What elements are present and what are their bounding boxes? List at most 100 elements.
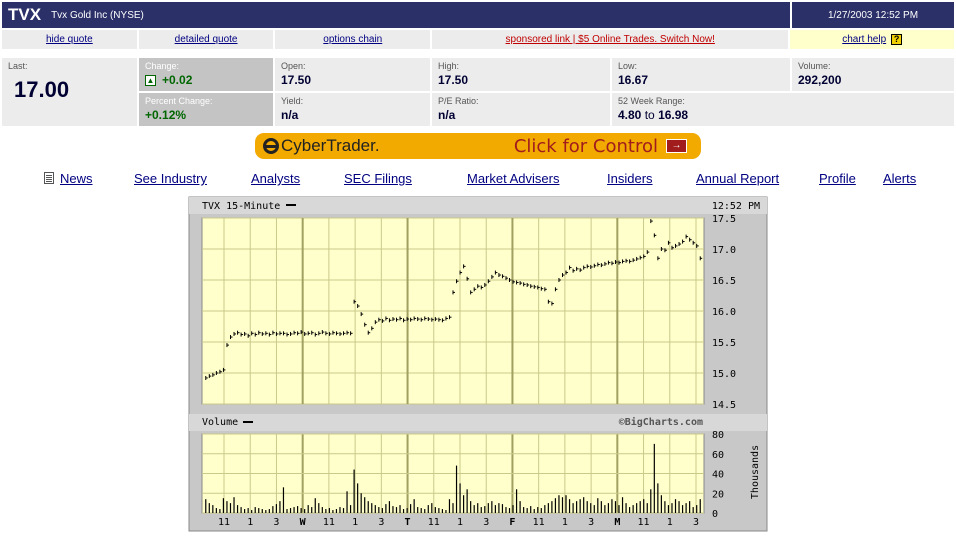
nav-cell-sponsored: sponsored link | $5 Online Trades. Switc… (432, 30, 789, 49)
volume-y-tick-label: 60 (712, 450, 724, 461)
ticker-symbol: TVX (8, 5, 42, 24)
volume-cell: Volume: 292,200 (792, 58, 954, 91)
detailed-quote-link[interactable]: detailed quote (175, 34, 238, 45)
nav-cell-detailed: detailed quote (138, 30, 274, 49)
volume-plot-area (201, 433, 705, 514)
help-icon[interactable]: ? (891, 34, 903, 45)
cybertrader-logo-icon (263, 138, 279, 154)
x-tick-label: 1 (352, 517, 358, 528)
price-y-tick-label: 15.0 (712, 369, 736, 380)
bigcharts-watermark: ©BigCharts.com (619, 416, 703, 428)
volume-y-tick-label: 0 (712, 509, 718, 520)
low-label: Low: (618, 61, 638, 71)
x-tick-label: 11 (428, 517, 440, 528)
x-tick-label: 3 (693, 517, 699, 528)
volume-value: 292,200 (798, 73, 842, 87)
last-label: Last: (8, 61, 28, 71)
link-insiders[interactable]: Insiders (607, 171, 653, 186)
x-tick-label: W (300, 517, 307, 528)
yield-cell: Yield: n/a (275, 93, 430, 126)
pct-change-label: Percent Change: (145, 96, 213, 106)
link-news[interactable]: News (60, 171, 93, 186)
link-analysts[interactable]: Analysts (251, 171, 300, 186)
range-low: 4.80 (618, 108, 642, 122)
quote-nav: hide quote detailed quote options chain … (2, 30, 955, 49)
volume-series (205, 443, 701, 513)
change-value: +0.02 (162, 73, 193, 87)
pct-change-cell: Percent Change: +0.12% (139, 93, 273, 126)
price-y-tick-label: 17.0 (712, 245, 736, 256)
volume-label: Volume: (798, 61, 831, 71)
range-to: to (644, 108, 655, 122)
pe-cell: P/E Ratio: n/a (432, 93, 610, 126)
sponsored-link[interactable]: sponsored link | $5 Online Trades. Switc… (506, 34, 715, 45)
x-tick-label: 3 (588, 517, 594, 528)
yield-value: n/a (281, 108, 299, 122)
x-tick-label: T (405, 517, 411, 528)
link-alerts[interactable]: Alerts (883, 171, 916, 186)
volume-ylabel: Thousands (750, 445, 761, 499)
volume-legend-swatch (243, 421, 253, 423)
yield-label: Yield: (281, 96, 304, 106)
nav-cell-hide: hide quote (2, 30, 137, 49)
arrow-right-icon: → (666, 139, 687, 153)
range-cell: 52 Week Range: 4.80 to 16.98 (612, 93, 954, 126)
price-y-tick-label: 17.5 (712, 214, 736, 225)
open-value: 17.50 (281, 73, 312, 87)
link-sec-filings[interactable]: SEC Filings (344, 171, 412, 186)
low-value: 16.67 (618, 73, 649, 87)
chart-frame (188, 196, 768, 532)
options-chain-link[interactable]: options chain (323, 34, 382, 45)
x-tick-label: 3 (273, 517, 279, 528)
last-value: 17.00 (14, 77, 70, 102)
change-label: Change: (145, 61, 180, 71)
link-annual-report[interactable]: Annual Report (696, 171, 779, 186)
price-series (205, 219, 703, 380)
cybertrader-logo: CyberTrader. (263, 136, 380, 156)
high-value: 17.50 (438, 73, 469, 87)
x-tick-label: 1 (562, 517, 568, 528)
quote-header: TVX Tvx Gold Inc (NYSE) 1/27/2003 12:52 … (2, 2, 954, 28)
nav-cell-help: chart help? (790, 30, 955, 49)
x-tick-label: M (614, 517, 620, 528)
volume-grid (202, 433, 704, 514)
hide-quote-link[interactable]: hide quote (46, 34, 93, 45)
volume-panel-header (189, 414, 767, 431)
nav-cell-options: options chain (275, 30, 431, 49)
price-panel-header (189, 197, 767, 214)
volume-y-tick-label: 80 (712, 430, 724, 441)
chart-help-link[interactable]: chart help (842, 34, 886, 45)
x-tick-label: 11 (218, 517, 230, 528)
open-cell: Open: 17.50 (275, 58, 430, 91)
change-cell: Change: ▲ +0.02 (139, 58, 273, 91)
range-high: 16.98 (658, 108, 689, 122)
price-grid (202, 217, 704, 405)
company-name: Tvx Gold Inc (NYSE) (51, 9, 144, 21)
price-y-tick-label: 15.5 (712, 338, 736, 349)
x-tick-label: 1 (457, 517, 463, 528)
price-legend-swatch (286, 204, 296, 206)
price-y-tick-label: 14.5 (712, 400, 736, 411)
quote-grid: Last: 17.00 Change: ▲ +0.02 Percent Chang… (2, 58, 954, 126)
research-links: News See Industry Analysts SEC Filings M… (0, 171, 956, 189)
x-axis: 11 1 3 W 11 1 3 T 11 1 3 F 11 1 3 M 11 1 3 (218, 517, 699, 528)
link-market-advisers[interactable]: Market Advisers (467, 171, 559, 186)
volume-y-tick-label: 40 (712, 470, 724, 481)
pe-value: n/a (438, 108, 456, 122)
link-see-industry[interactable]: See Industry (134, 171, 207, 186)
price-plot-area (201, 217, 705, 405)
x-tick-label: 3 (378, 517, 384, 528)
volume-y-axis: 80 60 40 20 0 (712, 430, 724, 520)
x-tick-label: 3 (483, 517, 489, 528)
high-label: High: (438, 61, 460, 71)
volume-panel-title: Volume (202, 417, 238, 428)
price-panel-title: TVX 15-Minute (202, 201, 280, 212)
pe-label: P/E Ratio: (438, 96, 479, 106)
volume-y-tick-label: 20 (712, 489, 724, 500)
cybertrader-banner[interactable]: CyberTrader. Click for Control → (255, 133, 701, 159)
banner-cta: Click for Control (513, 135, 658, 157)
link-profile[interactable]: Profile (819, 171, 856, 186)
last-cell: Last: 17.00 (2, 58, 137, 126)
price-panel-time: 12:52 PM (712, 201, 760, 212)
range-label: 52 Week Range: (618, 96, 685, 106)
